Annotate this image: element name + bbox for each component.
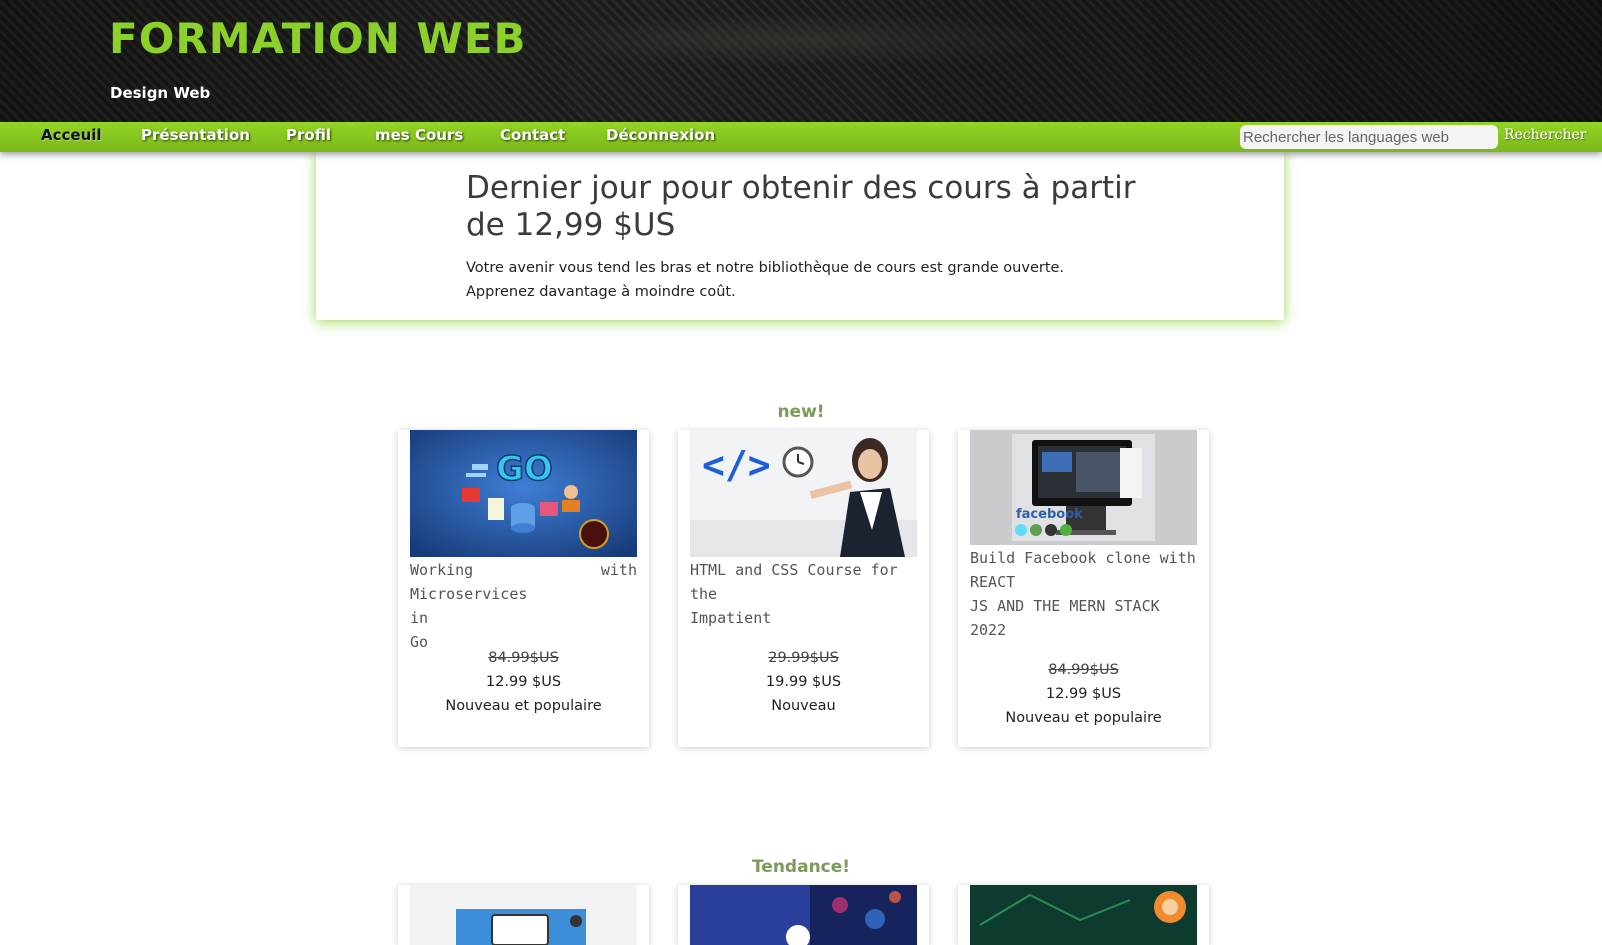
course-title-line: HTML and CSS Course for [690,561,898,579]
course-card-html-css[interactable]: </> HTML and CSS Course for the Impatien… [678,430,929,747]
svg-text:</>: </> [702,443,771,487]
course-card-trending-2[interactable] [678,885,929,945]
course-title: Working with Microservices in Go [410,558,637,654]
section-heading-new: new! [777,402,825,422]
course-title-line: REACT [970,573,1016,591]
nav-item-contact[interactable]: Contact [500,126,565,144]
section-heading-tendance: Tendance! [751,857,851,877]
course-title: Build Facebook clone with REACT JS AND T… [970,546,1197,642]
old-price: 29.99$US [768,650,839,666]
promo-text: Votre avenir vous tend les bras et notre… [466,260,1065,300]
svg-text:GO: GO [496,449,553,489]
course-thumbnail-html-css: </> [690,430,917,557]
course-card-facebook-clone[interactable]: facebook Build Facebook clone with REACT… [958,430,1209,747]
site-title: FORMATION WEB [109,14,527,63]
site-subtitle: Design Web [110,84,211,102]
current-price: 12.99 $US [1045,686,1122,702]
nav-item-deconnexion[interactable]: Déconnexion [606,126,715,144]
course-card-trending-3[interactable] [958,885,1209,945]
nav-item-presentation[interactable]: Présentation [141,126,250,144]
nav-item-mes-cours[interactable]: mes Cours [375,126,463,144]
course-thumbnail-trending-3 [970,885,1197,945]
course-badge: Nouveau et populaire [1005,710,1162,726]
promo-banner: Dernier jour pour obtenir des cours à pa… [316,152,1284,320]
course-card-go-microservices[interactable]: GO Working with Microservices in Go 84.9… [398,430,649,747]
course-thumbnail-go: GO [410,430,637,557]
current-price: 12.99 $US [485,674,562,690]
svg-text:facebook: facebook [1016,507,1083,522]
search-button[interactable]: Rechercher [1504,127,1587,143]
course-title-line: in [410,609,429,627]
promo-title: Dernier jour pour obtenir des cours à pa… [466,170,1136,243]
course-title-line: the [690,585,718,603]
course-badge: Nouveau [771,698,836,714]
course-title-line: Impatient [690,609,772,627]
site-header: FORMATION WEB Design Web [0,0,1602,122]
course-card-trending-1[interactable] [398,885,649,945]
old-price: 84.99$US [1048,662,1119,678]
old-price: 84.99$US [488,650,559,666]
course-title-line: Working with Microservices [410,561,637,603]
course-thumbnail-trending-2 [690,885,917,945]
course-badge: Nouveau et populaire [445,698,602,714]
main-nav: Acceuil Présentation Profil mes Cours Co… [0,122,1602,152]
nav-item-profil[interactable]: Profil [286,126,331,144]
search-input[interactable] [1240,125,1498,149]
nav-item-acceuil[interactable]: Acceuil [41,126,102,144]
course-title-line: JS AND THE MERN STACK [970,597,1160,615]
current-price: 19.99 $US [765,674,842,690]
course-thumbnail-facebook: facebook [970,430,1197,545]
course-title-line: 2022 [970,621,1007,639]
course-title-line: Build Facebook clone with [970,549,1196,567]
course-thumbnail-trending-1 [410,885,637,945]
course-title: HTML and CSS Course for the Impatient [690,558,917,630]
